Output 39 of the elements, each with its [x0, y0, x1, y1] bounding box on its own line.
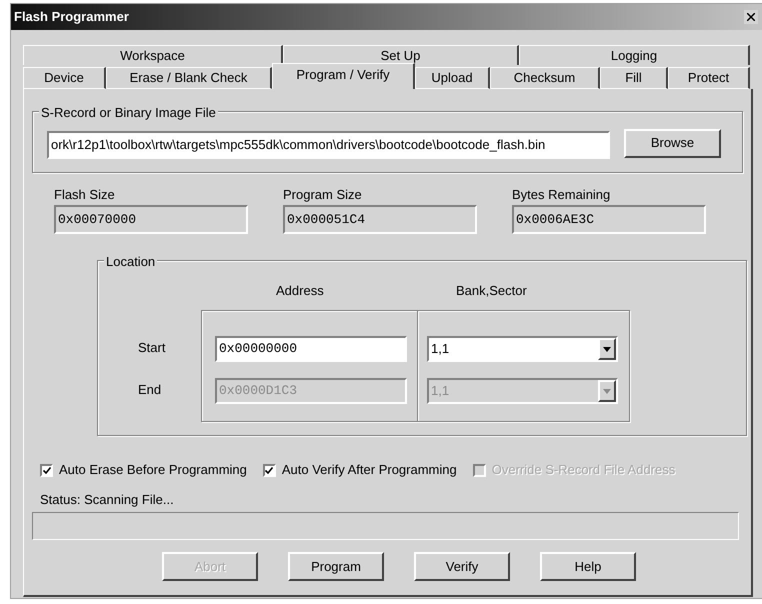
tab[interactable]: Logging: [519, 45, 750, 65]
address-field[interactable]: 0x00000000: [215, 336, 407, 362]
browse-button[interactable]: Browse: [624, 128, 721, 158]
close-button[interactable]: [744, 10, 758, 24]
checkbox[interactable]: [262, 464, 276, 476]
checkbox[interactable]: [40, 464, 53, 476]
checkbox-label: Auto Verify After Programming: [282, 461, 457, 480]
row-label: End: [138, 381, 162, 399]
column-header: Address: [276, 282, 325, 297]
readonly-field: 0x000051C4: [283, 205, 477, 234]
dropdown-arrow-icon: [603, 388, 611, 394]
file-path-field[interactable]: ork\r12p1\toolbox\rtw\targets\mpc555dk\common\drivers\bootcode\bootcode_flash.bin: [47, 131, 610, 159]
action-button[interactable]: Program: [288, 552, 384, 581]
dropdown-arrow-icon: [603, 346, 611, 352]
checkmark-icon: [42, 466, 50, 474]
row-label: Start: [138, 339, 166, 357]
tab[interactable]: Protect: [668, 67, 750, 89]
tab[interactable]: Upload: [415, 67, 490, 89]
close-icon: [747, 13, 755, 21]
tab[interactable]: Set Up: [283, 45, 519, 65]
field-label: Program Size: [283, 186, 363, 201]
status-text: Status: Scanning File...: [40, 491, 175, 506]
column-header: Bank,Sector: [456, 282, 527, 297]
window-title: Flash Programmer: [14, 8, 129, 26]
action-button[interactable]: Help: [540, 552, 636, 581]
field-label: Flash Size: [54, 186, 116, 201]
tab[interactable]: Device: [23, 67, 106, 89]
tab[interactable]: Fill: [600, 67, 668, 89]
tab[interactable]: Erase / Blank Check: [106, 67, 272, 89]
readonly-field: 0x0006AE3C: [512, 205, 706, 234]
field-label: Bytes Remaining: [512, 186, 612, 201]
action-button[interactable]: Verify: [414, 552, 510, 581]
checkbox-label: Auto Erase Before Programming: [59, 461, 247, 480]
checkmark-icon: [265, 466, 274, 474]
bank-sector-dropdown[interactable]: 1,1: [427, 336, 618, 362]
tab[interactable]: Program / Verify: [272, 63, 415, 89]
tab[interactable]: Workspace: [23, 45, 283, 65]
readonly-field: 0x00070000: [54, 205, 248, 234]
tab[interactable]: Checksum: [490, 67, 600, 89]
